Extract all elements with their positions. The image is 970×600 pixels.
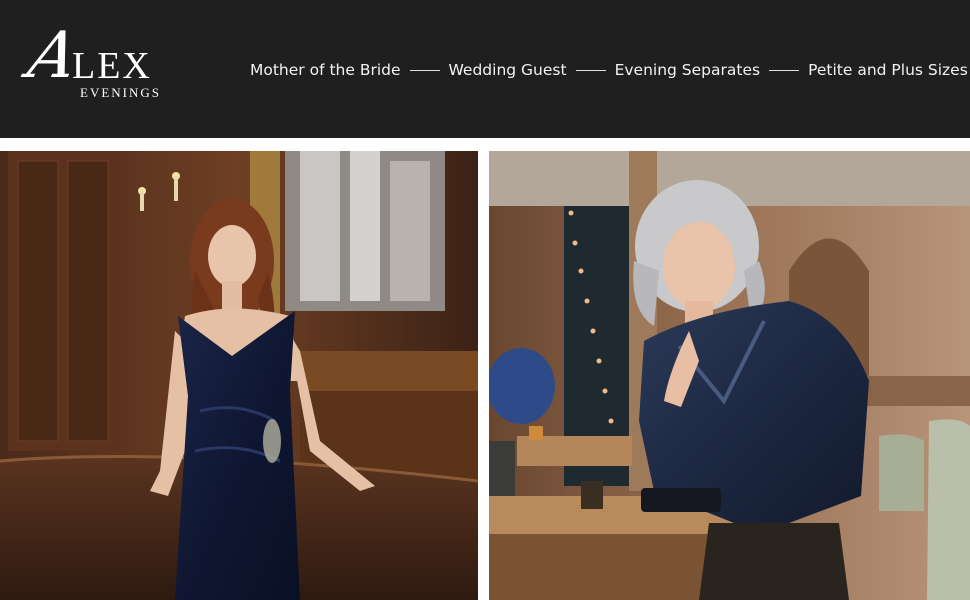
metallic-jacket-photo [489, 151, 970, 600]
logo-subtitle: EVENINGS [80, 85, 161, 100]
alex-evenings-logo[interactable]: A LEX EVENINGS [22, 19, 205, 105]
nav-wedding-guest[interactable]: Wedding Guest [449, 61, 567, 79]
hero-image-right[interactable] [489, 151, 970, 600]
logo-word: LEX [72, 45, 152, 87]
main-nav: Mother of the Bride Wedding Guest Evenin… [250, 56, 968, 84]
hero-image-left[interactable] [0, 151, 478, 600]
nav-evening-separates[interactable]: Evening Separates [615, 61, 761, 79]
nav-mother-of-the-bride[interactable]: Mother of the Bride [250, 61, 401, 79]
site-header: A LEX EVENINGS Mother of the Bride Weddi… [0, 0, 970, 138]
nav-separator [769, 69, 800, 71]
velvet-gown-photo [0, 151, 478, 600]
nav-petite-and-plus-sizes[interactable]: Petite and Plus Sizes [808, 61, 968, 79]
nav-separator [409, 69, 440, 71]
nav-separator [575, 69, 606, 71]
